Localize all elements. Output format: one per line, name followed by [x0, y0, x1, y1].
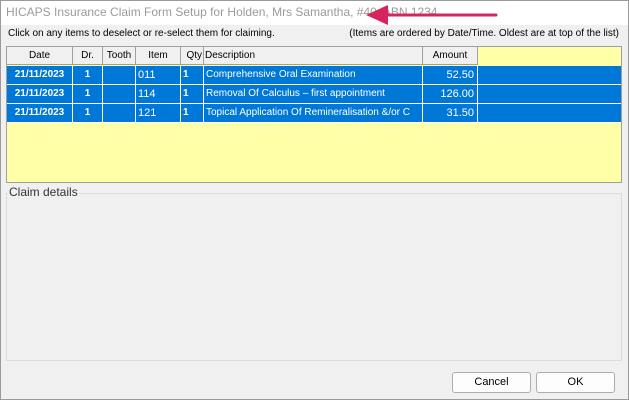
annotation-arrow-icon: [366, 5, 498, 25]
cell-dr: 1: [73, 85, 103, 103]
claim-form-window: HICAPS Insurance Claim Form Setup for Ho…: [0, 0, 629, 400]
grid-body: 21/11/2023 1 011 1 Comprehensive Oral Ex…: [7, 66, 621, 123]
cell-dr: 1: [73, 66, 103, 84]
cell-amount: 52.50: [423, 66, 478, 84]
instructions-text: Click on any items to deselect or re-sel…: [8, 28, 275, 39]
column-header-item[interactable]: Item: [136, 47, 181, 65]
column-header-amount[interactable]: Amount: [423, 47, 478, 65]
cell-tooth: [103, 85, 136, 103]
cell-qty: 1: [181, 66, 204, 84]
cell-date: 21/11/2023: [7, 66, 73, 84]
row-filler: [478, 85, 621, 103]
column-header-date[interactable]: Date: [7, 47, 73, 65]
row-filler: [478, 104, 621, 122]
claim-details-label: Claim details: [8, 185, 79, 199]
cell-date: 21/11/2023: [7, 104, 73, 122]
cell-item: 011: [136, 66, 181, 84]
cancel-button[interactable]: Cancel: [452, 372, 531, 393]
cell-description: Topical Application Of Remineralisation …: [204, 104, 423, 122]
cell-description: Removal Of Calculus – first appointment: [204, 85, 423, 103]
claim-items-grid[interactable]: Date Dr. Tooth Item Qty Description Amou…: [6, 46, 622, 183]
table-row[interactable]: 21/11/2023 1 121 1 Topical Application O…: [7, 104, 621, 123]
cell-item: 114: [136, 85, 181, 103]
cell-item: 121: [136, 104, 181, 122]
cell-tooth: [103, 66, 136, 84]
order-note-text: (Items are ordered by Date/Time. Oldest …: [349, 28, 619, 39]
claim-details-group: [6, 193, 622, 361]
title-bar: HICAPS Insurance Claim Form Setup for Ho…: [1, 1, 628, 25]
table-row[interactable]: 21/11/2023 1 011 1 Comprehensive Oral Ex…: [7, 66, 621, 85]
column-header-description[interactable]: Description: [204, 47, 423, 65]
cell-date: 21/11/2023: [7, 85, 73, 103]
ok-button[interactable]: OK: [536, 372, 615, 393]
grid-header: Date Dr. Tooth Item Qty Description Amou…: [7, 47, 478, 65]
cell-tooth: [103, 104, 136, 122]
row-filler: [478, 66, 621, 84]
column-header-qty[interactable]: Qty: [181, 47, 204, 65]
column-header-tooth[interactable]: Tooth: [103, 47, 136, 65]
cell-qty: 1: [181, 104, 204, 122]
table-row[interactable]: 21/11/2023 1 114 1 Removal Of Calculus –…: [7, 85, 621, 104]
column-header-dr[interactable]: Dr.: [73, 47, 103, 65]
cell-description: Comprehensive Oral Examination: [204, 66, 423, 84]
cell-qty: 1: [181, 85, 204, 103]
cell-amount: 31.50: [423, 104, 478, 122]
cell-amount: 126.00: [423, 85, 478, 103]
cell-dr: 1: [73, 104, 103, 122]
